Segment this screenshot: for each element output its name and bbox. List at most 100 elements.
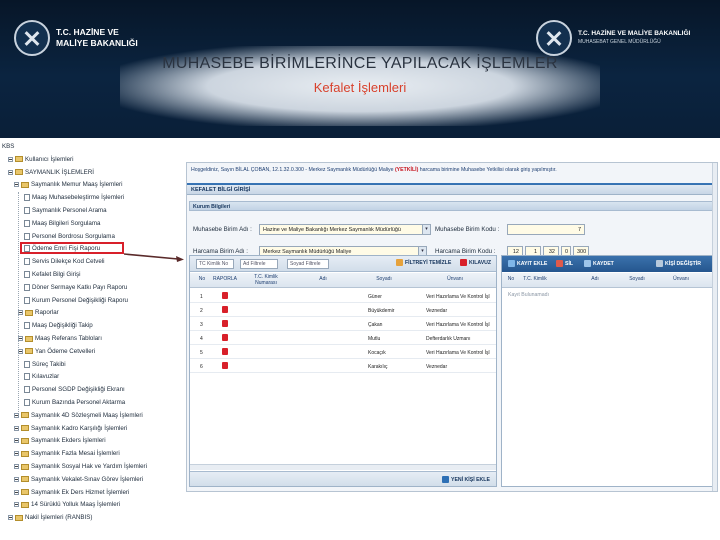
expand-toggle-icon[interactable]: [8, 156, 13, 162]
add-record-button[interactable]: KAYIT EKLE: [508, 260, 547, 267]
expand-toggle-icon[interactable]: [14, 464, 19, 469]
expand-toggle-icon[interactable]: [14, 425, 19, 431]
page-icon: [24, 258, 30, 266]
tree-item[interactable]: 14 Sürüklü Yolluk Maaş İşlemleri: [14, 500, 120, 509]
tree-item[interactable]: Kurum Bazında Personel Aktarma: [24, 398, 125, 407]
expand-toggle-icon[interactable]: [14, 438, 19, 444]
folder-icon: [21, 463, 29, 470]
cell-no: 6: [200, 364, 203, 370]
tree-item[interactable]: Personel SGDP Değişikliği Ekranı: [24, 385, 125, 394]
clear-filter-button[interactable]: FİLTREYİ TEMİZLE: [396, 259, 451, 266]
selected-item-highlight: [20, 242, 124, 254]
folder-icon: [21, 501, 29, 508]
folder-icon: [21, 476, 29, 483]
cell-soyadi: Mutlu: [368, 336, 381, 342]
expand-toggle-icon[interactable]: [14, 451, 19, 457]
muhasebe-birim-kodu-label: Muhasebe Birim Kodu :: [435, 226, 500, 233]
add-user-icon: [442, 476, 449, 483]
tree-item[interactable]: Raporlar: [18, 308, 59, 317]
tree-item-label: Nakil İşlemleri (RANBIS): [25, 514, 93, 522]
expand-toggle-icon[interactable]: [14, 476, 19, 482]
header-banner: T.C. HAZİNE VE MALİYE BAKANLIĞI T.C. HAZ…: [0, 0, 720, 138]
table-row[interactable]: 6 Karakılıç Veznedar: [190, 359, 496, 373]
tree-item[interactable]: Yan Ödeme Cetvelleri: [18, 347, 95, 356]
expand-toggle-icon[interactable]: [8, 169, 13, 175]
table-row[interactable]: 1 Güner Veri Hazırlama Ve Kontrol İşl: [190, 289, 496, 303]
page-icon: [24, 386, 30, 394]
tree-item-label: Maaş Değişikliği Takip: [32, 322, 93, 330]
delete-button[interactable]: SİL: [556, 260, 573, 267]
new-person-button[interactable]: YENİ KİŞİ EKLE: [442, 476, 490, 483]
col-tc: T.C. Kimlik Numarası: [254, 274, 278, 286]
ad-filter-input[interactable]: Ad Filtrele: [240, 259, 278, 269]
pdf-report-icon[interactable]: [222, 334, 228, 341]
folder-icon: [21, 450, 29, 457]
folder-icon: [21, 437, 29, 444]
expand-toggle-icon[interactable]: [14, 502, 19, 508]
pdf-report-icon[interactable]: [222, 292, 228, 299]
pdf-report-icon[interactable]: [222, 320, 228, 327]
horizontal-scrollbar[interactable]: [190, 464, 496, 470]
folder-icon: [21, 489, 29, 496]
tree-item-label: Maaş Referans Tabloları: [35, 335, 102, 342]
tc-filter-input[interactable]: TC Kimlik No: [196, 259, 234, 269]
tree-item[interactable]: Kılavuzlar: [24, 372, 59, 381]
table-row[interactable]: 4 Mutlu Defterdarlık Uzmanı: [190, 331, 496, 345]
kefalet-app-window: Hoşgeldiniz, Sayın BİLAL ÇOBAN, 12.1.32.…: [186, 162, 718, 492]
expand-toggle-icon[interactable]: [14, 182, 19, 188]
table-row[interactable]: 3 Çakan Veri Hazırlama Ve Kontrol İşl: [190, 317, 496, 331]
table-row[interactable]: 5 Kocaçık Veri Hazırlama Ve Kontrol İşl: [190, 345, 496, 359]
save-button[interactable]: KAYDET: [584, 260, 614, 267]
tree-item[interactable]: Saymanlık Sosyal Hak ve Yardım İşlemleri: [14, 462, 147, 471]
change-person-button[interactable]: KİŞİ DEĞİŞTİR: [656, 260, 701, 267]
page-icon: [24, 360, 30, 368]
tree-item[interactable]: Kullanıcı İşlemleri: [8, 155, 74, 164]
soyad-filter-input[interactable]: Soyad Filtrele: [287, 259, 329, 269]
cell-soyadi: Güner: [368, 294, 382, 300]
tree-item[interactable]: Saymanlık Kadro Karşılığı İşlemleri: [14, 424, 127, 433]
vertical-scrollbar[interactable]: [712, 163, 717, 491]
pdf-report-icon[interactable]: [222, 362, 228, 369]
tree-item[interactable]: Maaş Referans Tabloları: [18, 334, 102, 343]
tree-item[interactable]: Kurum Personel Değişikliği Raporu: [24, 296, 128, 305]
tree-item[interactable]: Servis Dilekçe Kod Cetveli: [24, 257, 105, 266]
expand-toggle-icon[interactable]: [14, 489, 19, 495]
tree-item-label: 14 Sürüklü Yolluk Maaş İşlemleri: [31, 501, 121, 509]
tree-item[interactable]: Saymanlık Memur Maaş İşlemleri: [14, 180, 122, 189]
tree-item-label: Süreç Takibi: [32, 360, 66, 368]
tree-item[interactable]: Maaş Değişikliği Takip: [24, 321, 93, 330]
tree-item[interactable]: SAYMANLIK İŞLEMLERİ: [8, 168, 94, 177]
tree-item[interactable]: Saymanlık 4D Sözleşmeli Maaş İşlemleri: [14, 411, 143, 420]
tree-item[interactable]: Nakil İşlemleri (RANBIS): [8, 513, 92, 522]
tree-item[interactable]: Saymanlık Ekders İşlemleri: [14, 436, 106, 445]
panel-title: KEFALET BİLGİ GİRİŞİ: [187, 185, 717, 195]
cell-unvani: Veznedar: [426, 308, 448, 314]
folder-icon: [21, 181, 29, 188]
welcome-message: Hoşgeldiniz, Sayın BİLAL ÇOBAN, 12.1.32.…: [191, 167, 557, 173]
guide-button[interactable]: KILAVUZ: [460, 259, 491, 266]
col-unvani: Ünvanı: [447, 276, 463, 282]
tree-item[interactable]: Döner Sermaye Katkı Payı Raporu: [24, 283, 127, 292]
pdf-report-icon[interactable]: [222, 306, 228, 313]
empty-records-text: Kayıt Bulunamadı: [508, 292, 549, 298]
tree-item[interactable]: Saymanlık Fazla Mesai İşlemleri: [14, 449, 120, 458]
expand-toggle-icon[interactable]: [8, 515, 13, 521]
tree-item[interactable]: Kefalet Bilgi Girişi: [24, 270, 81, 279]
tree-item[interactable]: Maaş Bilgileri Sorgulama: [24, 219, 100, 228]
muhasebe-birim-kodu-field[interactable]: 7: [507, 224, 585, 235]
tree-item[interactable]: Maaş Muhasebeleştirme İşlemleri: [24, 193, 124, 202]
muhasebe-birim-adi-select[interactable]: Hazine ve Maliye Bakanlığı Merkez Sayman…: [259, 224, 431, 235]
cell-soyadi: Büyükdemir: [368, 308, 395, 314]
tree-item[interactable]: Süreç Takibi: [24, 360, 66, 369]
tree-connector: [18, 192, 19, 412]
tree-item[interactable]: Personel Bordrosu Sorgulama: [24, 232, 115, 241]
tree-item[interactable]: Saymanlık Ek Ders Hizmet İşlemleri: [14, 488, 129, 497]
chevron-down-icon[interactable]: ▾: [422, 225, 430, 234]
expand-toggle-icon[interactable]: [14, 412, 19, 418]
tree-item[interactable]: Saymanlık Personel Arama: [24, 206, 107, 215]
tree-item[interactable]: KBS: [2, 142, 14, 151]
tree-item[interactable]: Saymanlık Vekalet-Sınav Görev İşlemleri: [14, 475, 143, 484]
table-row[interactable]: 2 Büyükdemir Veznedar: [190, 303, 496, 317]
pdf-report-icon[interactable]: [222, 348, 228, 355]
cell-unvani: Veri Hazırlama Ve Kontrol İşl: [426, 322, 490, 328]
